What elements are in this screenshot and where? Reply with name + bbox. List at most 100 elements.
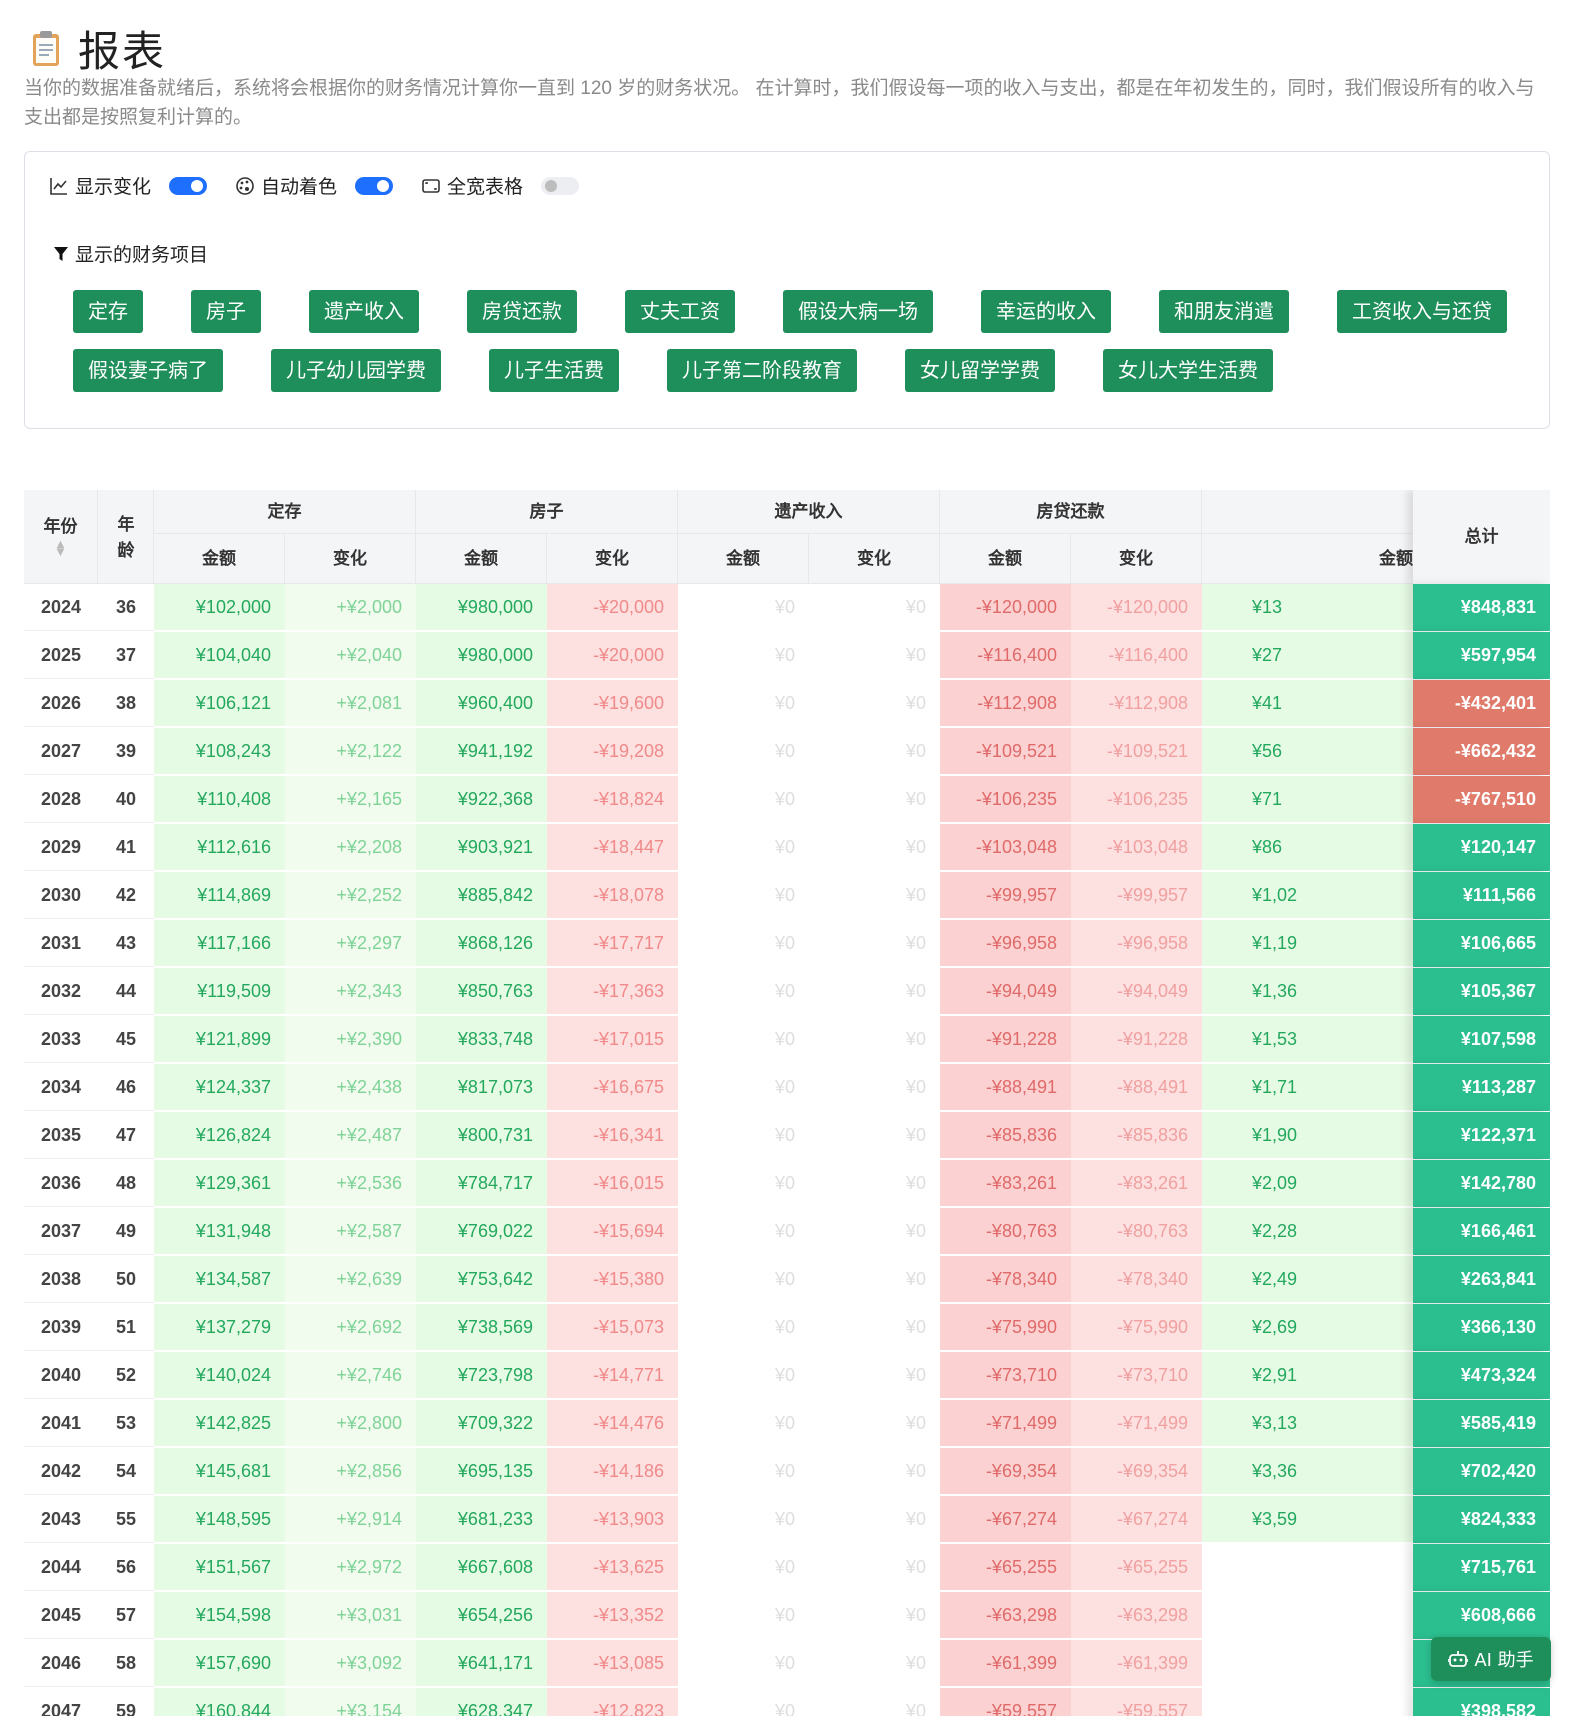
cell-house-change: -¥20,000 (547, 584, 678, 631)
header-group-partial (1202, 490, 1413, 534)
table-row: 2046 58 ¥157,690 +¥3,092 ¥641,171 -¥13,085 ¥0 ¥… (24, 1640, 1413, 1688)
table-row: 2031 43 ¥117,166 +¥2,297 ¥868,126 -¥17,717 ¥0 ¥… (24, 920, 1413, 968)
finance-item-tag[interactable]: 假设大病一场 (783, 290, 933, 333)
cell-salary-amount-partial: ¥2,49 (1202, 1256, 1413, 1303)
cell-year: 2035 (24, 1112, 98, 1159)
cell-salary-amount-partial: ¥13 (1202, 584, 1413, 631)
cell-dingcun-change: +¥2,343 (285, 968, 416, 1015)
toggle-show-change[interactable]: 显示变化 (49, 172, 208, 199)
cell-loan-amount: -¥116,400 (940, 632, 1071, 679)
cell-dingcun-amount: ¥117,166 (154, 920, 285, 967)
cell-dingcun-amount: ¥154,598 (154, 1592, 285, 1639)
cell-total: ¥608,666 (1413, 1592, 1550, 1639)
table-row: 2025 37 ¥104,040 +¥2,040 ¥980,000 -¥20,000 ¥0 ¥… (24, 632, 1413, 680)
cell-total: ¥113,287 (1413, 1064, 1550, 1111)
cell-salary-amount-partial: ¥86 (1202, 824, 1413, 871)
cell-inheritance-change: ¥0 (809, 1160, 940, 1207)
finance-item-tag[interactable]: 定存 (73, 290, 143, 333)
cell-dingcun-change: +¥2,536 (285, 1160, 416, 1207)
cell-house-change: -¥12,823 (547, 1688, 678, 1716)
cell-year: 2047 (24, 1688, 98, 1716)
header-amount: 金额 (678, 534, 809, 584)
cell-loan-change: -¥61,399 (1071, 1640, 1202, 1687)
finance-item-tag[interactable]: 儿子第二阶段教育 (667, 349, 857, 392)
cell-dingcun-amount: ¥131,948 (154, 1208, 285, 1255)
cell-salary-amount-partial (1202, 1640, 1413, 1687)
cell-loan-amount: -¥91,228 (940, 1016, 1071, 1063)
cell-house-amount: ¥903,921 (416, 824, 547, 871)
cell-year: 2034 (24, 1064, 98, 1111)
cell-house-amount: ¥784,717 (416, 1160, 547, 1207)
cell-loan-amount: -¥106,235 (940, 776, 1071, 823)
cell-year: 2024 (24, 584, 98, 631)
cell-salary-amount-partial: ¥56 (1202, 728, 1413, 775)
finance-item-tag[interactable]: 工资收入与还贷 (1337, 290, 1507, 333)
toggle-auto-color[interactable]: 自动着色 (235, 172, 394, 199)
cell-dingcun-amount: ¥151,567 (154, 1544, 285, 1591)
cell-dingcun-amount: ¥121,899 (154, 1016, 285, 1063)
cell-dingcun-amount: ¥157,690 (154, 1640, 285, 1687)
cell-house-change: -¥16,015 (547, 1160, 678, 1207)
toggle-full-width[interactable]: 全宽表格 (421, 172, 580, 199)
cell-house-change: -¥14,186 (547, 1448, 678, 1495)
sort-icon[interactable]: ▲ ▼ (24, 540, 97, 558)
finance-item-tag[interactable]: 幸运的收入 (981, 290, 1111, 333)
finance-item-tag[interactable]: 丈夫工资 (625, 290, 735, 333)
cell-age: 38 (98, 680, 154, 727)
cell-salary-amount-partial (1202, 1544, 1413, 1591)
cell-dingcun-change: +¥2,438 (285, 1064, 416, 1111)
cell-salary-amount-partial: ¥41 (1202, 680, 1413, 727)
cell-house-amount: ¥681,233 (416, 1496, 547, 1543)
cell-dingcun-change: +¥2,252 (285, 872, 416, 919)
cell-inheritance-amount: ¥0 (678, 1112, 809, 1159)
filter-title: 显示的财务项目 (53, 240, 208, 267)
switch-show-change[interactable] (169, 176, 208, 195)
switch-full-width[interactable] (541, 176, 580, 195)
finance-item-tag[interactable]: 假设妻子病了 (73, 349, 223, 392)
table-row: 2034 46 ¥124,337 +¥2,438 ¥817,073 -¥16,675 ¥0 ¥… (24, 1064, 1413, 1112)
finance-item-tag[interactable]: 房贷还款 (467, 290, 577, 333)
cell-dingcun-change: +¥2,639 (285, 1256, 416, 1303)
cell-total: ¥824,333 (1413, 1496, 1550, 1543)
cell-house-amount: ¥941,192 (416, 728, 547, 775)
cell-total: ¥702,420 (1413, 1448, 1550, 1495)
cell-dingcun-amount: ¥160,844 (154, 1688, 285, 1716)
finance-item-tags: 定存 房子 遗产收入 房贷还款 丈夫工资 假设大病一场 幸运的收入 和朋友消遣 工资收入与还贷 … (73, 290, 1523, 408)
cell-inheritance-change: ¥0 (809, 632, 940, 679)
cell-inheritance-change: ¥0 (809, 1112, 940, 1159)
cell-age: 59 (98, 1688, 154, 1716)
cell-total: ¥597,954 (1413, 632, 1550, 679)
switch-auto-color[interactable] (355, 176, 394, 195)
finance-item-tag[interactable]: 遗产收入 (309, 290, 419, 333)
cell-year: 2025 (24, 632, 98, 679)
header-year[interactable]: 年份 ▲ ▼ (24, 490, 98, 584)
finance-item-tag[interactable]: 女儿留学学费 (905, 349, 1055, 392)
cell-salary-amount-partial: ¥1,53 (1202, 1016, 1413, 1063)
cell-house-change: -¥17,015 (547, 1016, 678, 1063)
cell-age: 40 (98, 776, 154, 823)
finance-item-tag[interactable]: 儿子幼儿园学费 (271, 349, 441, 392)
report-table: 年份 ▲ ▼ 年龄 定存 金额 变化 房子 金额 变化 遗产收入 金额 变化 房贷还款 金额 变化 金额 … (24, 490, 1550, 1716)
cell-loan-change: -¥67,274 (1071, 1496, 1202, 1543)
cell-inheritance-amount: ¥0 (678, 1640, 809, 1687)
cell-inheritance-amount: ¥0 (678, 1304, 809, 1351)
cell-loan-change: -¥71,499 (1071, 1400, 1202, 1447)
finance-item-tag[interactable]: 儿子生活费 (489, 349, 619, 392)
table-row: 2024 36 ¥102,000 +¥2,000 ¥980,000 -¥20,000 ¥0 ¥… (24, 584, 1413, 632)
cell-dingcun-change: +¥2,040 (285, 632, 416, 679)
cell-dingcun-amount: ¥106,121 (154, 680, 285, 727)
table-row: 2039 51 ¥137,279 +¥2,692 ¥738,569 -¥15,073 ¥0 ¥… (24, 1304, 1413, 1352)
finance-item-tag[interactable]: 房子 (191, 290, 261, 333)
finance-item-tag[interactable]: 女儿大学生活费 (1103, 349, 1273, 392)
finance-item-tag[interactable]: 和朋友消遣 (1159, 290, 1289, 333)
cell-year: 2046 (24, 1640, 98, 1687)
cell-house-amount: ¥960,400 (416, 680, 547, 727)
cell-salary-amount-partial: ¥2,91 (1202, 1352, 1413, 1399)
cell-year: 2033 (24, 1016, 98, 1063)
cell-year: 2042 (24, 1448, 98, 1495)
cell-age: 43 (98, 920, 154, 967)
cell-inheritance-amount: ¥0 (678, 584, 809, 631)
ai-assistant-button[interactable]: AI 助手 (1431, 1637, 1551, 1681)
cell-inheritance-change: ¥0 (809, 1064, 940, 1111)
cell-age: 51 (98, 1304, 154, 1351)
